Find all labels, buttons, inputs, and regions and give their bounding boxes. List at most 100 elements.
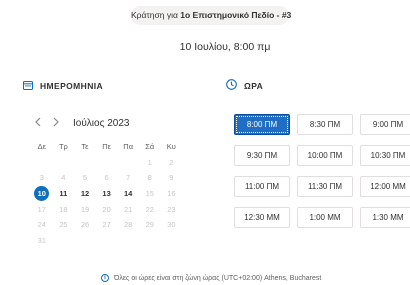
time-section-header: ΩΡΑ	[226, 77, 263, 95]
calendar-day-number: 18	[59, 204, 68, 214]
calendar-day: 15	[139, 189, 161, 198]
calendar-day-number: 5	[82, 173, 88, 183]
calendar-day: 16	[161, 189, 183, 198]
calendar-week-row: 31	[31, 233, 182, 249]
calendar-day-number: 21	[124, 204, 133, 214]
weekday-header-row: Δε Τρ Τε Πε Πα Σά Κυ	[31, 139, 182, 155]
calendar-day: 7	[117, 173, 139, 182]
calendar-day: 2	[161, 158, 183, 167]
calendar-day[interactable]: 13	[96, 189, 118, 198]
calendar-day: 21	[117, 205, 139, 214]
chevron-right-icon[interactable]	[53, 117, 59, 130]
calendar-day-number: 11	[59, 189, 68, 199]
time-slot[interactable]: 10:00 ΠΜ	[297, 145, 353, 166]
time-slot[interactable]: 11:30 ΠΜ	[297, 176, 353, 197]
time-slot[interactable]: 8:30 ΠΜ	[297, 114, 353, 135]
calendar-day-number: 14	[124, 189, 133, 199]
timezone-text: Όλες οι ώρες είναι στη ζώνη ώρας (UTC+02…	[114, 274, 322, 282]
calendar-day-number: 28	[124, 220, 133, 230]
time-slot[interactable]: 1:00 ΜΜ	[297, 207, 353, 228]
date-section-header: ΗΜΕΡΟΜΗΝΙΑ	[23, 77, 103, 95]
booking-title-pill: Κράτηση για 1o Επιστημονικό Πεδίο - #3	[131, 6, 292, 25]
calendar-day-number: 8	[147, 173, 152, 183]
calendar-day[interactable]: 11	[53, 189, 75, 198]
calendar-day: 20	[96, 205, 118, 214]
calendar-day: 24	[31, 220, 53, 229]
calendar-day-number: 23	[167, 204, 176, 214]
calendar-day-number: 20	[102, 204, 111, 214]
calendar-day-number: 25	[59, 220, 68, 230]
month-label: Ιούλιος 2023	[73, 118, 130, 129]
time-slot[interactable]: 9:30 ΠΜ	[234, 145, 290, 166]
time-slot[interactable]: 9:00 ΠΜ	[360, 114, 410, 135]
calendar-day-number: 16	[167, 189, 176, 199]
time-slot[interactable]: 1:30 ΜΜ	[360, 207, 410, 228]
calendar-day: 23	[161, 205, 183, 214]
calendar-day-number: 30	[167, 220, 176, 230]
clock-icon	[226, 77, 237, 95]
selected-datetime: 10 Ιουλίου, 8:00 πμ	[179, 41, 271, 53]
weekday-label: Κυ	[166, 142, 176, 152]
calendar-day-selected[interactable]: 10	[31, 186, 53, 202]
calendar-day: 26	[74, 220, 96, 229]
calendar-day-number: 6	[104, 173, 109, 183]
calendar-day-number: 15	[145, 189, 154, 199]
calendar-day: 5	[74, 173, 96, 182]
timezone-note: i Όλες οι ώρες είναι στη ζώνη ώρας (UTC+…	[101, 274, 321, 282]
calendar-day-number: 12	[80, 189, 90, 199]
calendar-icon	[23, 77, 33, 95]
chevron-left-icon[interactable]	[35, 117, 41, 130]
time-slot[interactable]: 11:00 ΠΜ	[234, 176, 290, 197]
calendar-day[interactable]: 14	[117, 189, 139, 198]
calendar-day-number: 4	[61, 173, 66, 183]
calendar-day-number: 13	[102, 189, 111, 199]
time-slot[interactable]: 12:00 ΜΜ	[360, 176, 410, 197]
date-section-label: ΗΜΕΡΟΜΗΝΙΑ	[40, 81, 104, 91]
calendar-day: 1	[139, 158, 161, 167]
calendar-week-row: 10 11 12 13 14 15 16	[31, 186, 182, 202]
calendar-day-number: 7	[126, 173, 131, 183]
calendar-day: 25	[53, 220, 75, 229]
weekday-label: Σά	[145, 142, 155, 152]
time-section-label: ΩΡΑ	[244, 81, 264, 91]
calendar-day-number: 1	[147, 157, 152, 167]
calendar-day: 18	[53, 205, 75, 214]
calendar-week-row: 3 4 5 6 7 8 9	[31, 170, 182, 186]
calendar-day: 22	[139, 205, 161, 214]
calendar-day: 28	[117, 220, 139, 229]
calendar-week-row: 12	[31, 155, 182, 171]
calendar-day-number: 22	[145, 204, 154, 214]
calendar-day-number: 29	[145, 220, 154, 230]
calendar-day-number: 3	[39, 173, 44, 183]
calendar-day-number: 24	[37, 220, 46, 230]
calendar-day-number: 9	[169, 173, 174, 183]
calendar-day-number: 10	[34, 186, 50, 202]
calendar-day: 27	[96, 220, 118, 229]
calendar-day: 3	[31, 173, 53, 182]
month-navigation: Ιούλιος 2023	[35, 117, 129, 130]
weekday-label: Τρ	[58, 142, 68, 152]
booking-name: 1o Επιστημονικό Πεδίο - #3	[180, 10, 292, 20]
weekday-label: Τε	[81, 142, 89, 152]
calendar-day-number: 2	[169, 157, 174, 167]
calendar-day: 4	[53, 173, 75, 182]
calendar-day: 17	[31, 205, 53, 214]
booking-prefix: Κράτηση για	[131, 10, 181, 20]
calendar-week-row: 17 18 19 20 21 22 23	[31, 201, 182, 217]
weekday-label: Πα	[123, 142, 134, 152]
calendar-day-number: 19	[80, 204, 90, 214]
time-slot[interactable]: 12:30 ΜΜ	[234, 207, 290, 228]
time-slot-selected[interactable]: 8:00 ΠΜ	[234, 114, 290, 135]
time-slot[interactable]: 10:30 ΠΜ	[360, 145, 410, 166]
calendar-day-number: 17	[37, 204, 46, 214]
calendar-day: 31	[31, 236, 53, 245]
calendar-day: 19	[74, 205, 96, 214]
calendar-day: 30	[161, 220, 183, 229]
calendar-day[interactable]: 12	[74, 189, 96, 198]
calendar-day: 8	[139, 173, 161, 182]
calendar-week-row: 24 25 26 27 28 29 30	[31, 217, 182, 233]
calendar-day: 29	[139, 220, 161, 229]
time-slot-grid: 8:00 ΠΜ 8:30 ΠΜ 9:00 ΠΜ 9:30 ΠΜ 10:00 ΠΜ 10:3…	[234, 114, 410, 228]
calendar-day: 6	[96, 173, 118, 182]
calendar-day-number: 27	[102, 220, 111, 230]
